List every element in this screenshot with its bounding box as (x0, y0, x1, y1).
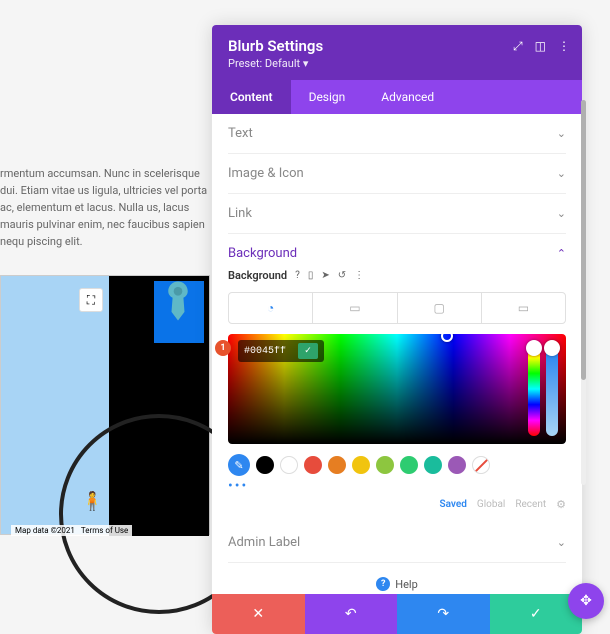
color-picker: 1 ✓ ✎ ••• (228, 334, 566, 511)
expand-icon[interactable]: ⤢ (513, 39, 523, 54)
map-widget[interactable]: ⛶ 🧍 Map data ©2021 Terms of Use (0, 275, 210, 535)
panel-header: Blurb Settings Preset: Default ▾ ⤢ ◫ ⋮ (212, 25, 582, 80)
section-background: Background ⌃ Background ? ▯ ➤ ↺ ⋮ ◔ ▭ ▢ … (228, 234, 566, 523)
chevron-down-icon: ⌄ (557, 127, 566, 140)
bg-tab-image[interactable]: ▢ (398, 293, 482, 323)
alpha-slider[interactable] (546, 342, 558, 436)
section-text[interactable]: Text ⌄ (228, 114, 566, 154)
bg-tab-color[interactable]: ◔ (229, 293, 313, 323)
snap-icon[interactable]: ◫ (535, 39, 546, 54)
map-fullscreen-button[interactable]: ⛶ (79, 288, 103, 312)
undo-button[interactable]: ↶ (305, 594, 398, 634)
cancel-button[interactable]: ✕ (212, 594, 305, 634)
step-marker: 1 (215, 340, 231, 356)
section-image-icon[interactable]: Image & Icon ⌄ (228, 154, 566, 194)
hue-thumb[interactable] (526, 340, 542, 356)
blurb-settings-panel: Blurb Settings Preset: Default ▾ ⤢ ◫ ⋮ C… (212, 25, 582, 634)
bg-tab-gradient[interactable]: ▭ (313, 293, 397, 323)
help-row[interactable]: ? Help (228, 563, 566, 594)
color-field[interactable]: ✓ (228, 334, 566, 444)
eyedropper-button[interactable]: ✎ (228, 454, 250, 476)
section-title: Link (228, 206, 252, 221)
background-type-tabs: ◔ ▭ ▢ ▭ (228, 292, 566, 324)
more-icon[interactable]: ⋮ (354, 270, 364, 281)
map-terms-link[interactable]: Terms of Use (81, 526, 128, 535)
swatch-tab-recent[interactable]: Recent (515, 499, 546, 510)
section-link[interactable]: Link ⌄ (228, 194, 566, 234)
more-icon[interactable]: ⋮ (558, 39, 570, 54)
color-swatch[interactable] (448, 456, 466, 474)
map-credits: Map data ©2021 Terms of Use (11, 525, 132, 536)
color-swatch[interactable] (400, 456, 418, 474)
swatch-tab-global[interactable]: Global (477, 499, 505, 510)
panel-preset[interactable]: Preset: Default ▾ (228, 57, 566, 70)
gear-icon[interactable]: ⚙ (556, 498, 566, 511)
tab-advanced[interactable]: Advanced (363, 80, 452, 114)
panel-tabs: Content Design Advanced (212, 80, 582, 114)
section-title: Image & Icon (228, 166, 304, 181)
tab-design[interactable]: Design (291, 80, 364, 114)
swatches-more-icon[interactable]: ••• (228, 478, 566, 494)
scroll-thumb[interactable] (581, 100, 586, 380)
map-data-label[interactable]: Map data ©2021 (15, 526, 75, 535)
panel-footer: ✕ ↶ ↷ ✓ (212, 594, 582, 634)
page-placeholder-text: rmentum accumsan. Nunc in scelerisque du… (0, 165, 210, 250)
hex-input-pill: ✓ (238, 340, 324, 362)
color-swatch[interactable] (256, 456, 274, 474)
color-cursor[interactable] (441, 334, 453, 342)
swatch-tabs: Saved Global Recent ⚙ (228, 498, 566, 511)
chevron-down-icon: ⌄ (557, 536, 566, 549)
tab-content[interactable]: Content (212, 80, 291, 114)
section-title: Text (228, 126, 253, 141)
hue-slider[interactable] (528, 342, 540, 436)
color-swatch[interactable] (328, 456, 346, 474)
bg-tab-video[interactable]: ▭ (482, 293, 565, 323)
help-badge-icon: ? (376, 577, 390, 591)
section-admin-label[interactable]: Admin Label ⌄ (228, 523, 566, 563)
chevron-down-icon: ⌄ (557, 167, 566, 180)
hex-confirm-button[interactable]: ✓ (298, 343, 318, 359)
pegman-icon[interactable]: 🧍 (81, 491, 103, 512)
help-icon[interactable]: ? (295, 270, 300, 281)
help-label: Help (395, 578, 418, 591)
color-swatch[interactable] (424, 456, 442, 474)
background-label: Background (228, 269, 287, 282)
color-swatch[interactable] (352, 456, 370, 474)
panel-scrollbar[interactable] (581, 100, 586, 485)
drag-handle-fab[interactable]: ✥ (568, 583, 604, 619)
redo-button[interactable]: ↷ (397, 594, 490, 634)
hex-input[interactable] (244, 346, 292, 357)
section-title: Admin Label (228, 535, 300, 550)
color-swatch[interactable] (304, 456, 322, 474)
pushpin-icon (165, 281, 191, 321)
tablet-icon[interactable]: ▯ (308, 270, 314, 281)
color-swatch[interactable] (376, 456, 394, 474)
color-swatch[interactable] (280, 456, 298, 474)
color-swatches: ✎ (228, 454, 566, 476)
swatch-transparent[interactable] (472, 456, 490, 474)
chevron-down-icon: ⌄ (557, 207, 566, 220)
panel-body: Text ⌄ Image & Icon ⌄ Link ⌄ Background … (212, 114, 582, 594)
hover-icon[interactable]: ➤ (321, 270, 329, 281)
swatch-tab-saved[interactable]: Saved (440, 499, 467, 510)
section-title[interactable]: Background (228, 246, 297, 261)
alpha-thumb[interactable] (544, 340, 560, 356)
chevron-up-icon[interactable]: ⌃ (557, 247, 566, 260)
reset-icon[interactable]: ↺ (338, 270, 346, 281)
